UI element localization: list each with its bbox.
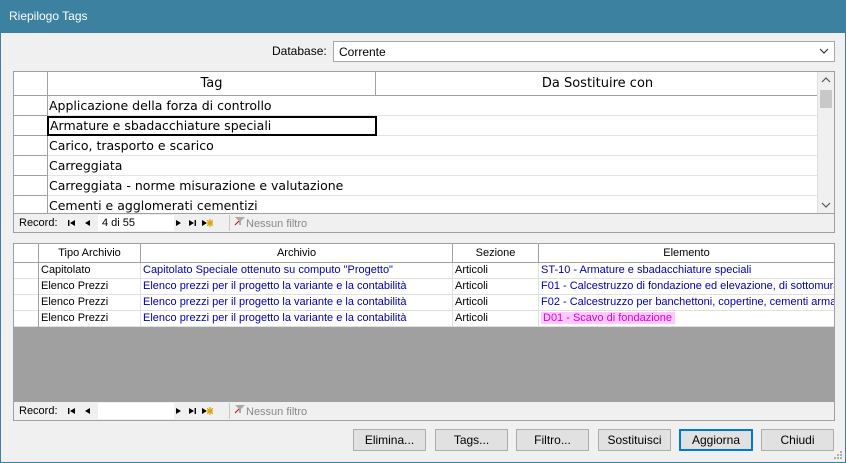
first-record-icon[interactable] — [66, 217, 78, 229]
tipo-archivio-cell: Elenco Prezzi — [39, 311, 141, 327]
tag-cell[interactable]: Carico, trasporto e scarico — [49, 136, 376, 156]
database-label: Database: — [272, 44, 327, 58]
new-record-icon[interactable] — [201, 405, 213, 417]
column-header-replace[interactable]: Da Sostituire con — [376, 72, 819, 95]
tags-grid-rows: Applicazione della forza di controllo Ar… — [14, 96, 819, 216]
row-selector[interactable] — [14, 136, 48, 156]
replace-cell[interactable] — [376, 156, 819, 176]
next-record-icon[interactable] — [172, 405, 184, 417]
table-row[interactable]: Carreggiata — [14, 156, 819, 176]
filter-icon — [234, 217, 245, 226]
previous-record-icon[interactable] — [82, 217, 94, 229]
database-value: Corrente — [339, 45, 386, 59]
title-bar: Riepilogo Tags — [0, 0, 846, 33]
column-header-sezione[interactable]: Sezione — [453, 244, 539, 262]
row-selector[interactable] — [14, 116, 48, 136]
next-record-icon[interactable] — [172, 217, 184, 229]
elemento-cell[interactable]: F01 - Calcestruzzo di fondazione ed elev… — [539, 279, 834, 295]
archivio-cell[interactable]: Elenco prezzi per il progetto la variant… — [141, 279, 453, 295]
close-button[interactable]: Chiudi — [761, 429, 834, 451]
record-label: Record: — [19, 217, 58, 229]
last-record-icon[interactable] — [186, 405, 198, 417]
filter-label: Nessun filtro — [246, 218, 308, 230]
elemento-cell-highlighted[interactable]: D01 - Scavo di fondazione — [539, 311, 834, 327]
row-selector[interactable] — [14, 295, 39, 311]
items-grid-header: Tipo Archivio Archivio Sezione Elemento — [14, 244, 834, 263]
archivio-cell[interactable]: Capitolato Speciale ottenuto su computo … — [141, 263, 453, 279]
resize-grip-icon[interactable] — [833, 450, 843, 460]
table-row[interactable]: Elenco Prezzi Elenco prezzi per il proge… — [14, 295, 834, 311]
scroll-down-icon[interactable] — [818, 196, 834, 213]
row-selector[interactable] — [14, 263, 39, 279]
tags-button[interactable]: Tags... — [435, 429, 508, 451]
row-selector[interactable] — [14, 176, 48, 196]
row-selector[interactable] — [14, 156, 48, 176]
sezione-cell: Articoli — [453, 279, 539, 295]
previous-record-icon[interactable] — [82, 405, 94, 417]
replace-cell[interactable] — [376, 116, 819, 136]
tags-grid: Tag Da Sostituire con Applicazione della… — [13, 71, 835, 233]
replace-cell[interactable] — [376, 96, 819, 116]
vertical-scrollbar[interactable] — [817, 72, 834, 213]
archivio-cell[interactable]: Elenco prezzi per il progetto la variant… — [141, 311, 453, 327]
table-row[interactable]: Elenco Prezzi Elenco prezzi per il proge… — [14, 311, 834, 327]
record-position[interactable]: 4 di 55 — [98, 215, 174, 231]
filter-button[interactable]: Filtro... — [516, 429, 589, 451]
table-row[interactable]: Carico, trasporto e scarico — [14, 136, 819, 156]
elemento-cell[interactable]: ST-10 - Armature e sbadacchiature specia… — [539, 263, 834, 279]
filter-label: Nessun filtro — [246, 406, 308, 418]
column-header-tipo-archivio[interactable]: Tipo Archivio — [39, 244, 141, 262]
tipo-archivio-cell: Elenco Prezzi — [39, 295, 141, 311]
record-navigator: Record: 4 di 55 Nessun filtro — [14, 213, 834, 232]
elemento-cell[interactable]: F02 - Calcestruzzo per banchettoni, cope… — [539, 295, 834, 311]
highlighted-element[interactable]: D01 - Scavo di fondazione — [541, 312, 676, 324]
replace-button[interactable]: Sostituisci — [598, 429, 671, 451]
replace-cell[interactable] — [376, 176, 819, 196]
tag-cell[interactable]: Carreggiata - norme misurazione e valuta… — [49, 176, 376, 196]
first-record-icon[interactable] — [66, 405, 78, 417]
record-label: Record: — [19, 405, 58, 417]
row-selector[interactable] — [14, 311, 39, 327]
window-body: Database: Corrente Tag Da Sostituire con… — [0, 33, 846, 463]
tag-cell[interactable]: Carreggiata — [49, 156, 376, 176]
replace-cell[interactable] — [376, 136, 819, 156]
sezione-cell: Articoli — [453, 263, 539, 279]
column-header-archivio[interactable]: Archivio — [141, 244, 453, 262]
tags-grid-header: Tag Da Sostituire con — [14, 72, 819, 96]
new-record-icon[interactable] — [201, 217, 213, 229]
last-record-icon[interactable] — [186, 217, 198, 229]
tag-cell[interactable]: Applicazione della forza di controllo — [49, 96, 376, 116]
table-row[interactable]: Elenco Prezzi Elenco prezzi per il proge… — [14, 279, 834, 295]
scroll-up-icon[interactable] — [818, 72, 834, 89]
archivio-cell[interactable]: Elenco prezzi per il progetto la variant… — [141, 295, 453, 311]
column-header-tag[interactable]: Tag — [48, 72, 376, 95]
select-all-cell[interactable] — [14, 72, 48, 95]
row-selector[interactable] — [14, 279, 39, 295]
table-row[interactable]: Carreggiata - norme misurazione e valuta… — [14, 176, 819, 196]
row-selector[interactable] — [14, 96, 48, 116]
table-row[interactable]: Armature e sbadacchiature speciali — [14, 116, 819, 136]
items-grid: Tipo Archivio Archivio Sezione Elemento … — [13, 243, 835, 421]
delete-button[interactable]: Elimina... — [353, 429, 426, 451]
record-navigator: Record: Nessun filtro — [14, 401, 834, 420]
filter-icon — [234, 405, 245, 414]
filter-indicator[interactable]: Nessun filtro — [229, 215, 309, 231]
select-all-cell[interactable] — [14, 244, 39, 262]
sezione-cell: Articoli — [453, 295, 539, 311]
tipo-archivio-cell: Capitolato — [39, 263, 141, 279]
filter-indicator[interactable]: Nessun filtro — [229, 403, 309, 419]
update-button[interactable]: Aggiorna — [679, 429, 753, 451]
tag-cell[interactable]: Armature e sbadacchiature speciali — [47, 116, 377, 136]
tipo-archivio-cell: Elenco Prezzi — [39, 279, 141, 295]
window-title: Riepilogo Tags — [9, 9, 88, 23]
record-position[interactable] — [98, 403, 174, 419]
table-row[interactable]: Capitolato Capitolato Speciale ottenuto … — [14, 263, 834, 279]
chevron-down-icon — [819, 48, 829, 54]
table-row[interactable]: Applicazione della forza di controllo — [14, 96, 819, 116]
database-select[interactable]: Corrente — [333, 41, 835, 62]
scroll-thumb[interactable] — [820, 90, 832, 108]
column-header-elemento[interactable]: Elemento — [539, 244, 834, 262]
sezione-cell: Articoli — [453, 311, 539, 327]
